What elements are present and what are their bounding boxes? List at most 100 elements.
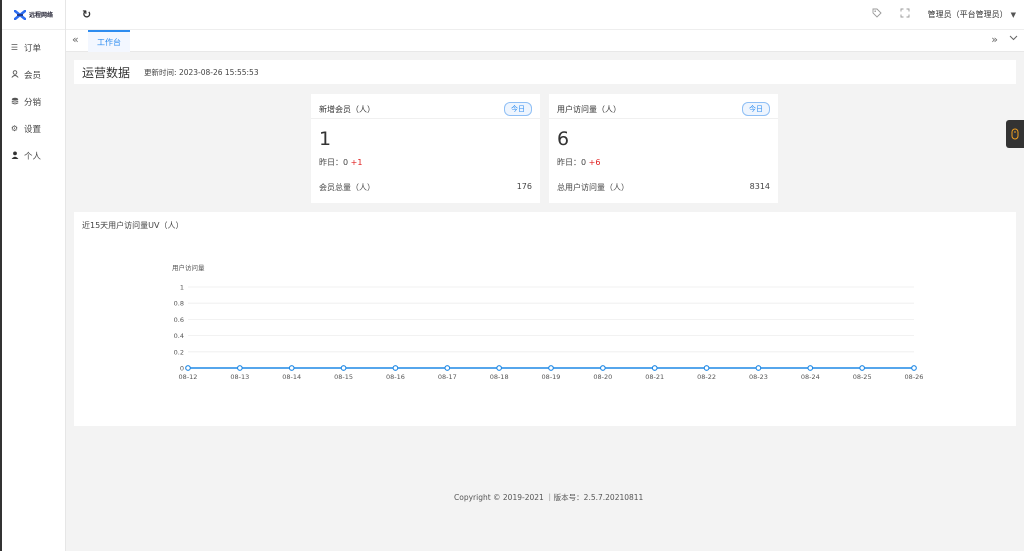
- total-row: 总用户访问量（人） 8314: [557, 182, 770, 193]
- data-point: [600, 365, 606, 371]
- y-tick-label: 0.2: [174, 348, 184, 356]
- logo-text: 远程网络: [28, 12, 53, 19]
- data-point: [548, 365, 554, 371]
- sidebar-item-label: 会员: [24, 70, 42, 81]
- mouse-icon: [1011, 128, 1019, 140]
- tab-workbench[interactable]: 工作台: [88, 30, 130, 52]
- stat-card-visits: 用户访问量（人） 今日 6 昨日：0 +6 总用户访问量（人） 8314: [549, 94, 778, 203]
- x-tick-label: 08-19: [542, 373, 561, 381]
- sidebar: 远程网络 ☰ 订单 会员 分销 ⚙ 设置 个人: [0, 0, 66, 551]
- logo-mark-icon: [13, 9, 26, 20]
- main-content: 运营数据 更新时间: 2023-08-26 15:55:53 新增会员（人） 今…: [74, 60, 1016, 426]
- tabs-scroll-right-icon[interactable]: »: [991, 33, 998, 46]
- x-tick-label: 08-16: [386, 373, 405, 381]
- total-row: 会员总量（人） 176: [319, 182, 532, 193]
- page-title: 运营数据: [82, 65, 131, 80]
- page-header: 运营数据 更新时间: 2023-08-26 15:55:53: [74, 60, 1016, 84]
- updated-value: 2023-08-26 15:55:53: [178, 67, 259, 77]
- x-tick-label: 08-25: [853, 373, 872, 381]
- stat-label: 新增会员（人）: [319, 104, 375, 114]
- list-icon: ☰: [10, 43, 19, 52]
- yesterday-label: 昨日：: [557, 158, 581, 167]
- yesterday-value: 0: [581, 158, 587, 167]
- x-tick-label: 08-18: [490, 373, 509, 381]
- data-point: [237, 365, 243, 371]
- sidebar-item-orders[interactable]: ☰ 订单: [2, 34, 65, 61]
- topbar-actions: 管理员（平台管理员） ▼: [872, 8, 1016, 21]
- y-tick-label: 0: [180, 365, 184, 373]
- yesterday-value: 0: [343, 158, 349, 167]
- today-badge: 今日: [742, 102, 770, 116]
- user-icon: [10, 69, 19, 80]
- data-point: [651, 365, 658, 371]
- user-menu[interactable]: 管理员（平台管理员） ▼: [928, 9, 1016, 20]
- x-tick-label: 08-15: [334, 373, 353, 381]
- sidebar-item-label: 个人: [24, 151, 42, 162]
- data-point: [911, 365, 917, 371]
- gear-icon: ⚙: [10, 124, 19, 133]
- data-point: [185, 365, 191, 371]
- data-point: [496, 365, 502, 371]
- data-point: [755, 365, 762, 371]
- sidebar-menu: ☰ 订单 会员 分销 ⚙ 设置 个人: [2, 30, 65, 169]
- today-badge: 今日: [504, 102, 532, 116]
- data-point: [392, 365, 399, 371]
- x-tick-label: 08-14: [282, 373, 301, 381]
- refresh-icon[interactable]: ↻: [82, 8, 91, 21]
- stack-icon: [10, 97, 19, 107]
- divider: [549, 118, 778, 119]
- chevron-down-icon[interactable]: [1009, 34, 1018, 44]
- person-icon: [10, 151, 19, 161]
- updated-time: 更新时间: 2023-08-26 15:55:53: [144, 67, 259, 78]
- x-tick-label: 08-26: [905, 373, 924, 381]
- tabs-scroll-left-icon[interactable]: «: [72, 33, 79, 46]
- uv-chart-card: 近15天用户访问量UV（人） 用户访问量 0 0.2 0.4 0.6 0.8 1 08-12 0…: [74, 212, 1016, 426]
- data-point: [444, 365, 451, 371]
- x-tick-label: 08-22: [697, 373, 716, 381]
- tag-icon[interactable]: [872, 8, 882, 21]
- y-axis-label: 用户访问量: [172, 263, 205, 272]
- x-tick-label: 08-23: [749, 373, 768, 381]
- delta-value: +6: [588, 158, 601, 167]
- y-tick-label: 0.8: [174, 300, 184, 308]
- total-label: 总用户访问量（人）: [557, 183, 629, 192]
- logo[interactable]: 远程网络: [2, 0, 65, 30]
- y-tick-label: 1: [180, 284, 184, 292]
- updated-label: 更新时间:: [144, 67, 177, 77]
- fullscreen-icon[interactable]: [900, 8, 910, 21]
- sidebar-item-members[interactable]: 会员: [2, 61, 65, 88]
- x-tick-label: 08-12: [179, 373, 198, 381]
- data-point: [859, 365, 865, 371]
- delta-value: +1: [350, 158, 363, 167]
- yesterday-row: 昨日：0 +6: [557, 157, 600, 168]
- user-label: 管理员（平台管理员）: [927, 10, 1008, 19]
- float-panel-button[interactable]: [1006, 120, 1024, 148]
- total-value: 176: [516, 182, 532, 191]
- footer-copyright: Copyright © 2019-2021 ｜版本号：2.5.7.2021081…: [454, 493, 644, 502]
- yesterday-label: 昨日：: [319, 158, 343, 167]
- caret-down-icon: ▼: [1010, 11, 1016, 19]
- stat-card-new-members: 新增会员（人） 今日 1 昨日：0 +1 会员总量（人） 176: [311, 94, 540, 203]
- x-tick-label: 08-20: [593, 373, 612, 381]
- y-tick-label: 0.6: [174, 316, 184, 324]
- tab-label: 工作台: [97, 37, 121, 47]
- sidebar-item-label: 分销: [24, 97, 42, 108]
- x-tick-label: 08-17: [438, 373, 457, 381]
- uv-line-chart: 用户访问量 0 0.2 0.4 0.6 0.8 1 08-12 08-13 08-14 08-15 0…: [172, 263, 924, 381]
- tabs-bar: « 工作台 »: [66, 30, 1024, 52]
- sidebar-item-personal[interactable]: 个人: [2, 142, 65, 169]
- x-tick-label: 08-13: [230, 373, 249, 381]
- data-point: [807, 365, 814, 371]
- y-tick-label: 0.4: [174, 332, 184, 340]
- stat-label: 用户访问量（人）: [557, 104, 621, 114]
- sidebar-item-distribution[interactable]: 分销: [2, 88, 65, 115]
- yesterday-row: 昨日：0 +1: [319, 157, 362, 168]
- stat-value: 6: [557, 128, 570, 150]
- sidebar-item-settings[interactable]: ⚙ 设置: [2, 115, 65, 142]
- x-tick-label: 08-21: [645, 373, 664, 381]
- stat-value: 1: [319, 128, 332, 150]
- data-point: [703, 365, 710, 371]
- data-point: [288, 365, 295, 371]
- data-point: [340, 365, 347, 371]
- total-label: 会员总量（人）: [319, 183, 375, 192]
